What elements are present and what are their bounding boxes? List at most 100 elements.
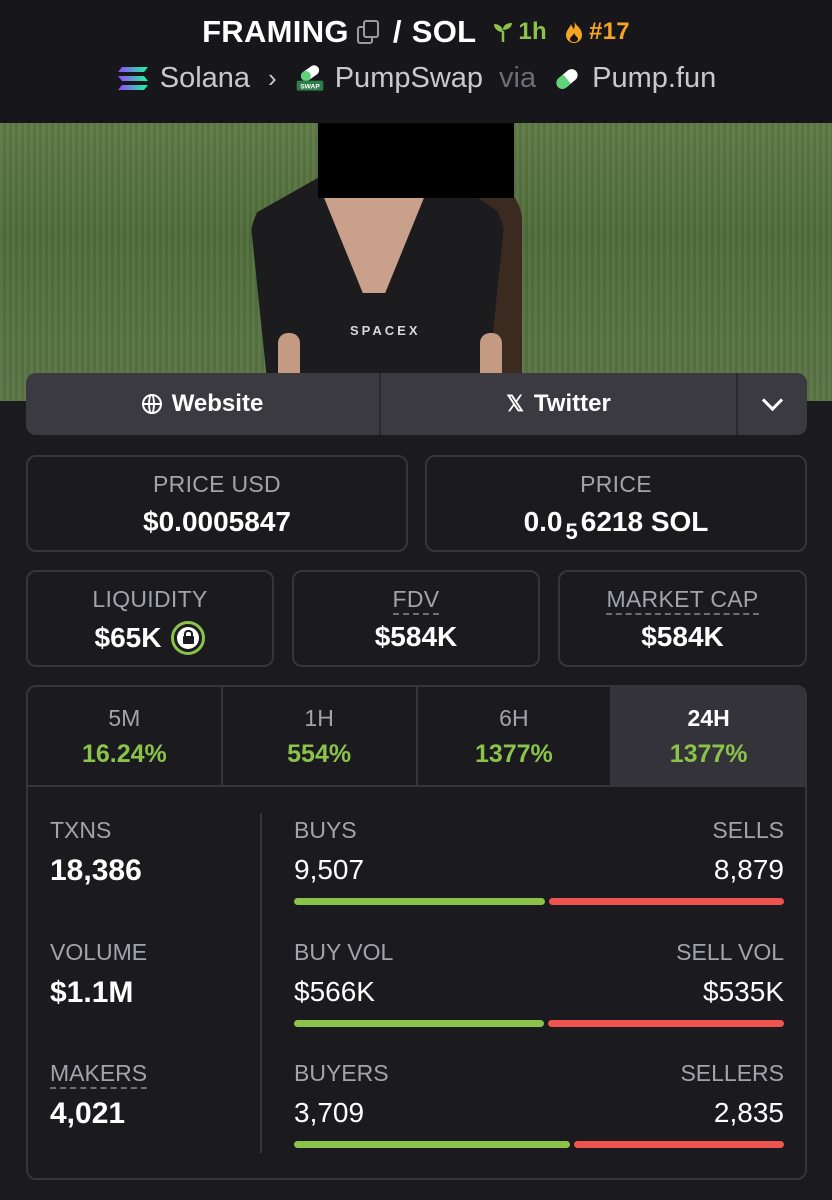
- dex-link[interactable]: PumpSwap: [335, 62, 483, 95]
- buys-bar: [294, 898, 546, 905]
- buy-vol-label: BUY VOL: [294, 939, 394, 965]
- buyers-bar: [294, 1141, 570, 1148]
- buy-sell-volume-split: BUY VOL SELL VOL $566K $535K: [294, 939, 784, 1027]
- price-usd-card: PRICE USD $0.0005847: [26, 455, 408, 552]
- market-cap-label[interactable]: MARKET CAP: [606, 586, 759, 615]
- volume-metric: VOLUME $1.1M: [50, 939, 147, 1010]
- price-native-card: PRICE 0.0 5 6218 SOL: [425, 455, 807, 552]
- timeframe-tabs: 5M 16.24% 1H 554% 6H 1377% 24H 1377%: [28, 687, 805, 787]
- tab-1h[interactable]: 1H 554%: [223, 687, 418, 785]
- buyers-value: 3,709: [294, 1097, 365, 1128]
- trending-rank: #17: [588, 18, 630, 45]
- fdv-label[interactable]: FDV: [392, 586, 440, 615]
- volume-label: VOLUME: [50, 939, 148, 965]
- volume-value: $1.1M: [50, 976, 134, 1009]
- stats-divider: [260, 813, 262, 1153]
- makers-value: 4,021: [50, 1097, 126, 1130]
- tab-change: 16.24%: [81, 740, 167, 768]
- market-cap-card: MARKET CAP $584K: [558, 570, 807, 667]
- makers-label[interactable]: MAKERS: [50, 1060, 148, 1089]
- x-logo-icon: 𝕏: [506, 391, 524, 416]
- sellers-value: 2,835: [713, 1097, 784, 1128]
- tab-label: 6H: [499, 705, 529, 731]
- makers-metric: MAKERS 4,021: [50, 1060, 148, 1131]
- buyers-sellers-bar: [294, 1141, 784, 1148]
- buy-sell-volume-bar: [294, 1020, 784, 1027]
- buyers-label: BUYERS: [294, 1060, 389, 1086]
- tab-label: 24H: [687, 705, 730, 731]
- solana-logo-icon: [117, 66, 148, 90]
- via-text: via: [499, 62, 537, 94]
- txns-label: TXNS: [50, 817, 112, 843]
- buy-vol-value: $566K: [294, 976, 375, 1007]
- pair-age: 1h: [518, 18, 547, 45]
- buy-vol-bar: [294, 1020, 544, 1027]
- svg-text:SWAP: SWAP: [300, 83, 320, 90]
- twitter-button[interactable]: 𝕏 Twitter: [381, 373, 738, 435]
- price-native-suffix: 6218 SOL: [580, 506, 709, 537]
- twitter-label: Twitter: [533, 390, 611, 417]
- quote-symbol: SOL: [411, 14, 477, 49]
- liquidity-label: LIQUIDITY: [92, 586, 208, 612]
- social-links-bar: Website 𝕏 Twitter: [26, 373, 807, 435]
- price-usd-value: $0.0005847: [143, 506, 291, 537]
- website-label: Website: [171, 390, 264, 417]
- price-native-zero-count: 5: [565, 519, 578, 544]
- launchpad-link[interactable]: Pump.fun: [592, 62, 716, 95]
- price-native-prefix: 0.0: [523, 506, 563, 537]
- sell-vol-label: SELL VOL: [676, 939, 784, 965]
- fdv-value: $584K: [374, 621, 458, 652]
- price-native-label: PRICE: [580, 471, 652, 497]
- tab-change: 1377%: [669, 740, 748, 768]
- buyers-sellers-split: BUYERS SELLERS 3,709 2,835: [294, 1060, 784, 1148]
- buys-sells-split: BUYS SELLS 9,507 8,879: [294, 817, 784, 905]
- tab-label: 5M: [108, 705, 141, 731]
- chevron-right-icon: ›: [268, 63, 277, 93]
- pumpfun-logo-icon: [556, 68, 578, 89]
- tab-label: 1H: [304, 705, 334, 731]
- tab-5m[interactable]: 5M 16.24%: [28, 687, 223, 785]
- sellers-label: SELLERS: [680, 1060, 784, 1086]
- buys-label: BUYS: [294, 817, 357, 843]
- pumpswap-logo-icon: SWAP: [296, 64, 324, 91]
- txns-metric: TXNS 18,386: [50, 817, 142, 888]
- sellers-bar: [573, 1141, 784, 1148]
- sells-bar: [549, 898, 784, 905]
- price-usd-label: PRICE USD: [153, 471, 281, 497]
- liquidity-value: $65K: [94, 622, 162, 653]
- fdv-card: FDV $584K: [292, 570, 540, 667]
- liquidity-row: $65K: [28, 621, 272, 655]
- token-symbol: FRAMING: [202, 14, 349, 49]
- buys-value: 9,507: [294, 854, 365, 885]
- lock-icon[interactable]: [171, 621, 206, 655]
- tab-change: 1377%: [474, 740, 553, 768]
- tab-24h[interactable]: 24H 1377%: [612, 687, 805, 785]
- copy-icon[interactable]: [356, 20, 379, 44]
- txns-value: 18,386: [50, 854, 142, 887]
- chain-link[interactable]: Solana: [160, 62, 250, 95]
- sells-label: SELLS: [712, 817, 784, 843]
- sells-value: 8,879: [713, 854, 784, 885]
- tab-6h[interactable]: 6H 1377%: [418, 687, 613, 785]
- pair-separator: /: [392, 14, 402, 49]
- buys-sells-bar: [294, 898, 784, 905]
- price-native-value: 0.0 5 6218 SOL: [427, 506, 805, 544]
- chevron-down-icon: [761, 389, 784, 411]
- sell-vol-value: $535K: [703, 976, 784, 1007]
- sell-vol-bar: [547, 1020, 784, 1027]
- globe-icon: [141, 394, 162, 414]
- pair-title: FRAMING / SOL 1h #17: [0, 14, 832, 50]
- market-cap-value: $584K: [641, 621, 724, 652]
- pair-age-badge: 1h: [492, 18, 547, 46]
- timeframe-stats-panel: 5M 16.24% 1H 554% 6H 1377% 24H 1377% TXN…: [26, 685, 807, 1180]
- tab-change: 554%: [287, 740, 352, 768]
- sprout-icon: [494, 23, 513, 42]
- pair-header: FRAMING / SOL 1h #17 Solana › SWAP PumpS…: [0, 0, 832, 123]
- more-links-button[interactable]: [738, 373, 807, 435]
- liquidity-card: LIQUIDITY $65K: [26, 570, 274, 667]
- breadcrumb: Solana › SWAP PumpSwap via Pump.fun: [0, 62, 832, 95]
- flame-icon: [565, 21, 582, 43]
- website-button[interactable]: Website: [26, 373, 381, 435]
- redaction-box: [318, 123, 514, 198]
- trending-rank-badge[interactable]: #17: [563, 18, 630, 46]
